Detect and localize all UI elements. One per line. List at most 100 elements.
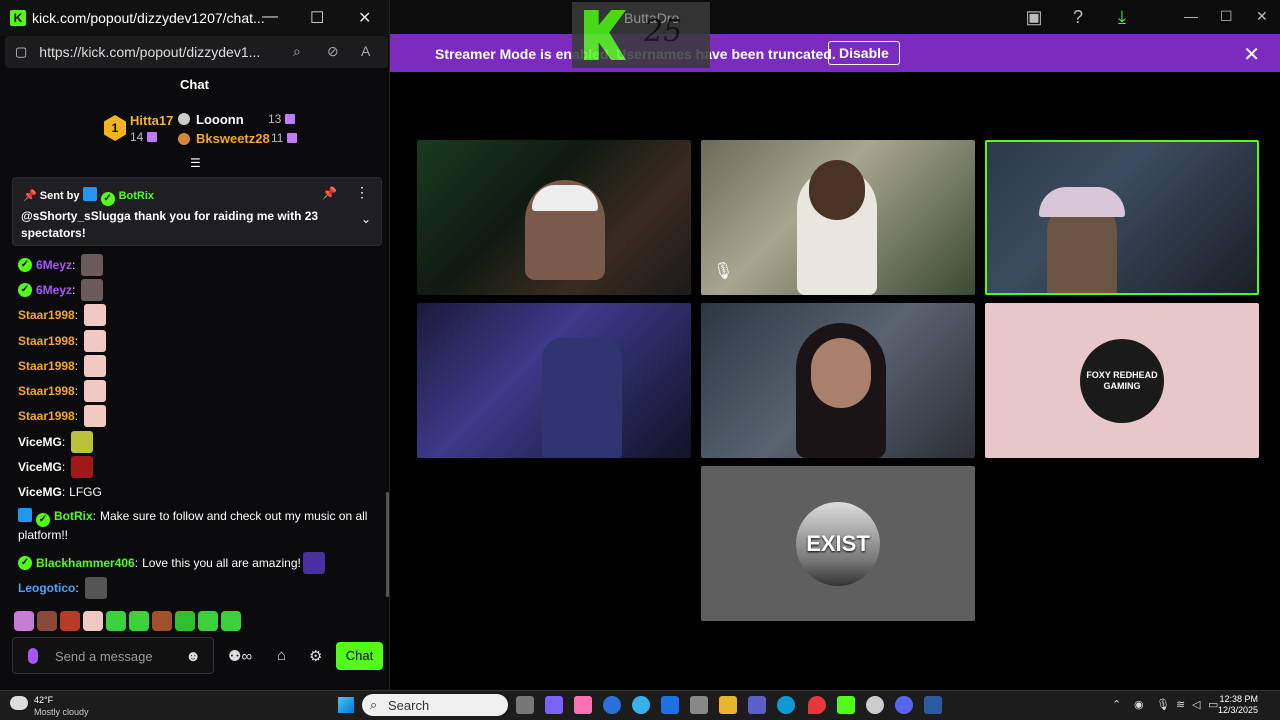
chat-username[interactable]: ViceMG: [18, 485, 62, 499]
read-aloud-icon[interactable]: A: [361, 43, 370, 59]
chat-message: Staar1998:: [18, 378, 378, 403]
message-input[interactable]: Send a message ☻: [12, 637, 214, 674]
taskbar-clock[interactable]: 12:38 PM 12/3/2025: [1218, 694, 1258, 716]
video-tile-2[interactable]: 🎙: [701, 140, 975, 295]
mic-icon[interactable]: [28, 648, 38, 664]
emote-icon[interactable]: [60, 611, 80, 631]
chat-username[interactable]: ViceMG: [18, 460, 62, 474]
video-tile-5[interactable]: [701, 303, 975, 458]
settings-gear-icon[interactable]: ⚙: [309, 647, 322, 665]
hide-icon[interactable]: ⊘: [327, 43, 339, 60]
leader-3-name[interactable]: Bksweetz28: [196, 131, 270, 146]
video-tile-3-active[interactable]: [985, 140, 1259, 295]
chat-close-icon[interactable]: ✕: [358, 8, 371, 28]
maps-icon[interactable]: [808, 696, 826, 714]
settings-icon[interactable]: [866, 696, 884, 714]
leaderboard-collapse-icon[interactable]: ☰: [190, 156, 201, 170]
emote-icon[interactable]: [198, 611, 218, 631]
video-tile-6[interactable]: FOXY REDHEAD GAMING: [985, 303, 1259, 458]
chat-username[interactable]: Staar1998: [18, 308, 75, 322]
download-icon[interactable]: ⤓: [1110, 6, 1134, 28]
minimize-icon[interactable]: —: [1184, 8, 1198, 24]
app-icon[interactable]: [924, 696, 942, 714]
edge-icon[interactable]: [777, 696, 795, 714]
send-chat-button[interactable]: Chat: [336, 642, 383, 670]
wifi-icon[interactable]: ≋: [1176, 698, 1185, 711]
chat-username[interactable]: 6Meyz: [36, 258, 72, 272]
banner-close-icon[interactable]: ✕: [1243, 42, 1260, 67]
more-options-icon[interactable]: ⋮: [355, 184, 369, 201]
chat-minimize-icon[interactable]: —: [262, 8, 278, 26]
maximize-icon[interactable]: ☐: [1220, 8, 1233, 25]
hp-icon[interactable]: [603, 696, 621, 714]
tray-overflow-icon[interactable]: ⌃: [1112, 698, 1121, 711]
points-icon[interactable]: ⚉∞: [228, 647, 252, 665]
copilot-icon[interactable]: [574, 696, 592, 714]
gift-icon: [285, 114, 296, 124]
battery-icon[interactable]: ▭: [1208, 698, 1218, 711]
leader-1-name[interactable]: Hitta17: [130, 113, 173, 128]
help-icon[interactable]: ?: [1066, 6, 1090, 28]
face-shape: [811, 338, 871, 408]
pin-icon[interactable]: 📌: [322, 186, 337, 200]
taskbar-search-label: Search: [388, 698, 430, 713]
zoom-icon[interactable]: ⌕: [293, 43, 301, 60]
teams-icon[interactable]: [748, 696, 766, 714]
leader-2-name[interactable]: Looonn: [196, 112, 244, 127]
emote-icon[interactable]: [221, 611, 241, 631]
chat-message: Staar1998:: [18, 404, 378, 429]
task-view-icon[interactable]: [516, 696, 534, 714]
lock-icon: ▢: [15, 44, 28, 59]
emote-icon[interactable]: [106, 611, 126, 631]
emote-icon[interactable]: [14, 611, 34, 631]
chat-username[interactable]: Staar1998: [18, 359, 75, 373]
emote-icon[interactable]: [83, 611, 103, 631]
chat-username[interactable]: BotRix: [54, 509, 93, 523]
emoji-picker-icon[interactable]: ☻: [185, 648, 201, 665]
emote-icon[interactable]: [175, 611, 195, 631]
chat-titlebar: K kick.com/popout/dizzydev1207/chat... —…: [0, 0, 389, 36]
mic-tray-icon[interactable]: 🎙: [1156, 698, 1170, 711]
emote-icon[interactable]: [152, 611, 172, 631]
clock-date: 12/3/2025: [1217, 705, 1258, 715]
tray-app-icon[interactable]: ◉: [1134, 698, 1144, 711]
address-bar[interactable]: ▢ https://kick.com/popout/dizzydev1... ⌕…: [5, 36, 388, 68]
kick-25-logo-overlay: ButtaDro 25: [572, 2, 710, 68]
chat-username[interactable]: Staar1998: [18, 409, 75, 423]
taskbar-search[interactable]: ⌕ Search: [362, 694, 508, 716]
kick-app-icon[interactable]: [837, 696, 855, 714]
chat-username[interactable]: Blackhammer406: [36, 556, 135, 570]
video-tile-4[interactable]: [417, 303, 691, 458]
emote-icon[interactable]: [129, 611, 149, 631]
app-icon[interactable]: [545, 696, 563, 714]
store-icon[interactable]: ⌂: [277, 647, 286, 664]
video-tile-1[interactable]: [417, 140, 691, 295]
chevron-down-icon[interactable]: ⌄: [361, 212, 371, 226]
screen-record-icon[interactable]: ▣: [1022, 6, 1046, 28]
chat-username[interactable]: ViceMG: [18, 435, 62, 449]
chat-username[interactable]: Staar1998: [18, 384, 75, 398]
emote-icon: [71, 456, 94, 479]
emote-icon: [84, 329, 107, 352]
leader-3-count: 11: [271, 131, 298, 145]
video-tile-7[interactable]: EXIST: [701, 466, 975, 621]
volume-icon[interactable]: ◁: [1192, 698, 1200, 711]
emote-icon: [84, 304, 107, 327]
store-app-icon[interactable]: [690, 696, 708, 714]
chat-scrollbar[interactable]: [386, 492, 389, 597]
emote-icon[interactable]: [37, 611, 57, 631]
discord-icon[interactable]: [895, 696, 913, 714]
chat-header: Chat: [180, 77, 209, 92]
windows-start-icon[interactable]: [338, 697, 354, 713]
file-explorer-icon[interactable]: [719, 696, 737, 714]
pinned-message[interactable]: 📌 Sent by ✓ BotRix 📌 ⋮ @sShorty_sSlugga t…: [12, 177, 382, 246]
rank-3-icon: [178, 133, 190, 145]
chat-username[interactable]: Staar1998: [18, 334, 75, 348]
zoom-app-icon[interactable]: [661, 696, 679, 714]
chat-maximize-icon[interactable]: ☐: [310, 8, 324, 28]
disable-button[interactable]: Disable: [828, 41, 900, 65]
chat-username[interactable]: Leogotico: [18, 581, 75, 595]
app-icon[interactable]: [632, 696, 650, 714]
close-icon[interactable]: ✕: [1256, 8, 1268, 25]
chat-username[interactable]: 6Meyz: [36, 283, 72, 297]
